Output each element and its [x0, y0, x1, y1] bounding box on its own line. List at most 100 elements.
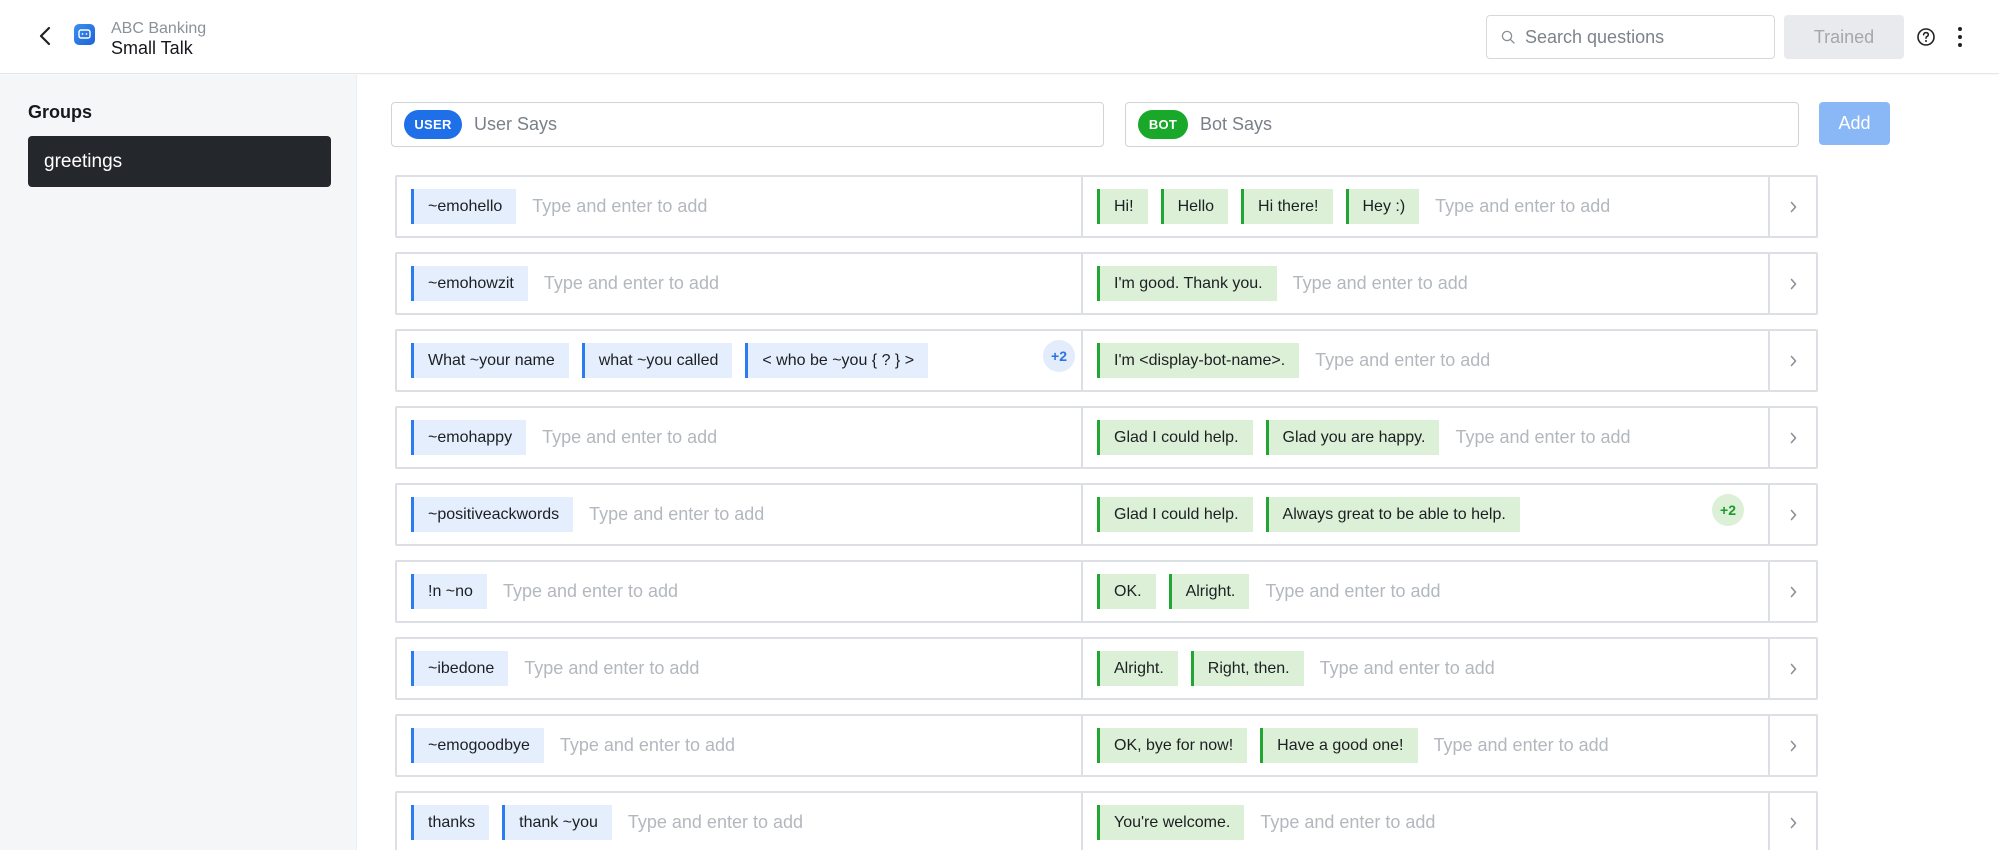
bot-says-composer: BOT	[1125, 102, 1799, 147]
add-bot-response-input[interactable]	[1260, 812, 1461, 833]
add-bot-response-input[interactable]	[1265, 581, 1466, 602]
chevron-right-icon	[1790, 586, 1796, 597]
user-phrase-chip[interactable]: ~emohello	[411, 189, 517, 224]
bot-response-chip[interactable]: OK.	[1097, 574, 1156, 609]
qa-row: ~emohello Hi! Hello Hi there! Hey :)	[395, 175, 1818, 238]
user-phrases-cell: !n ~no	[397, 562, 1081, 621]
add-bot-response-input[interactable]	[1292, 273, 1493, 294]
user-phrase-chip[interactable]: what ~you called	[581, 343, 733, 378]
expand-row-button[interactable]	[1768, 485, 1816, 544]
add-user-phrase-input[interactable]	[532, 196, 733, 217]
expand-row-button[interactable]	[1768, 639, 1816, 698]
qa-row: What ~your name what ~you called < who be …	[395, 329, 1818, 392]
trained-button[interactable]: Trained	[1784, 15, 1904, 59]
bot-response-chip[interactable]: Glad I could help.	[1097, 497, 1253, 532]
help-icon[interactable]	[1916, 27, 1936, 47]
qa-row: ~emohappy Glad I could help. Glad you are …	[395, 406, 1818, 469]
add-bot-response-input[interactable]	[1433, 735, 1634, 756]
bot-says-input[interactable]	[1200, 114, 1798, 135]
groups-heading: Groups	[28, 102, 93, 122]
add-user-phrase-input[interactable]	[502, 581, 703, 602]
bot-response-chip[interactable]: I'm <display-bot-name>.	[1097, 343, 1300, 378]
add-user-phrase-input[interactable]	[559, 735, 760, 756]
expand-row-button[interactable]	[1768, 716, 1816, 775]
bot-response-chip[interactable]: Hi!	[1097, 189, 1148, 224]
bot-responses-cell: I'm good. Thank you.	[1081, 254, 1770, 313]
add-user-phrase-input[interactable]	[542, 427, 743, 448]
user-phrases-cell: ~positiveackwords	[397, 485, 1081, 544]
bot-responses-cell: Glad I could help. Always great to be abl…	[1081, 485, 1770, 544]
back-button[interactable]	[34, 24, 56, 48]
add-user-phrase-input[interactable]	[524, 658, 725, 679]
expand-row-button[interactable]	[1768, 793, 1816, 850]
add-bot-response-input[interactable]	[1455, 427, 1656, 448]
user-phrase-chip[interactable]: ~ibedone	[411, 651, 509, 686]
bot-responses-cell: Alright. Right, then.	[1081, 639, 1770, 698]
top-bar: ABC Banking Small Talk Trained	[0, 0, 1999, 74]
user-phrase-chip[interactable]: thank ~you	[502, 805, 612, 840]
bot-response-chip[interactable]: Glad I could help.	[1097, 420, 1253, 455]
user-phrase-chip[interactable]: ~emogoodbye	[411, 728, 544, 763]
add-bot-response-input[interactable]	[1435, 196, 1636, 217]
user-says-input[interactable]	[474, 114, 1103, 135]
expand-row-button[interactable]	[1768, 254, 1816, 313]
bot-response-chip[interactable]: Hello	[1160, 189, 1229, 224]
user-says-composer: USER	[391, 102, 1104, 147]
bot-response-chip[interactable]: I'm good. Thank you.	[1097, 266, 1277, 301]
add-button[interactable]: Add	[1819, 102, 1890, 145]
page-title: Small Talk	[111, 38, 193, 58]
user-phrase-chip[interactable]: < who be ~you { ? } >	[745, 343, 929, 378]
qa-row: ~ibedone Alright. Right, then.	[395, 637, 1818, 700]
qa-row: !n ~no OK. Alright.	[395, 560, 1818, 623]
user-phrases-cell: ~emohappy	[397, 408, 1081, 467]
user-phrase-chip[interactable]: ~emohowzit	[411, 266, 528, 301]
workspace-name: ABC Banking	[111, 20, 207, 37]
bot-response-chip[interactable]: Alright.	[1097, 651, 1178, 686]
chevron-right-icon	[1790, 663, 1796, 674]
expand-row-button[interactable]	[1768, 408, 1816, 467]
chevron-right-icon	[1790, 740, 1796, 751]
more-bot-responses-badge[interactable]: +2	[1712, 494, 1744, 526]
bot-response-chip[interactable]: You're welcome.	[1097, 805, 1245, 840]
add-user-phrase-input[interactable]	[627, 812, 828, 833]
chevron-right-icon	[1790, 432, 1796, 443]
bot-responses-cell: Glad I could help. Glad you are happy.	[1081, 408, 1770, 467]
bot-response-chip[interactable]: Have a good one!	[1260, 728, 1418, 763]
qa-row: ~positiveackwords Glad I could help. Alway…	[395, 483, 1818, 546]
chevron-right-icon	[1790, 201, 1796, 212]
search-box	[1486, 15, 1775, 59]
bot-response-chip[interactable]: Hey :)	[1345, 189, 1420, 224]
qa-row: ~emogoodbye OK, bye for now! Have a good o…	[395, 714, 1818, 777]
user-phrases-cell: thanks thank ~you	[397, 793, 1081, 850]
chevron-left-icon	[39, 26, 51, 46]
add-bot-response-input[interactable]	[1315, 350, 1516, 371]
add-user-phrase-input[interactable]	[543, 273, 744, 294]
bot-response-chip[interactable]: OK, bye for now!	[1097, 728, 1248, 763]
user-badge: USER	[404, 110, 462, 139]
expand-row-button[interactable]	[1768, 177, 1816, 236]
search-input[interactable]	[1525, 26, 1755, 48]
bot-response-chip[interactable]: Hi there!	[1241, 189, 1333, 224]
more-user-phrases-badge[interactable]: +2	[1043, 340, 1075, 372]
bot-response-chip[interactable]: Right, then.	[1190, 651, 1304, 686]
user-phrase-chip[interactable]: What ~your name	[411, 343, 569, 378]
group-item-greetings[interactable]: greetings	[28, 136, 331, 187]
chevron-right-icon	[1790, 278, 1796, 289]
more-options-icon[interactable]	[1950, 25, 1970, 49]
add-user-phrase-input[interactable]	[589, 504, 790, 525]
user-phrases-cell: ~ibedone	[397, 639, 1081, 698]
user-phrase-chip[interactable]: ~emohappy	[411, 420, 527, 455]
expand-row-button[interactable]	[1768, 331, 1816, 390]
bot-response-chip[interactable]: Alright.	[1168, 574, 1250, 609]
user-phrases-cell: ~emohello	[397, 177, 1081, 236]
expand-row-button[interactable]	[1768, 562, 1816, 621]
user-phrase-chip[interactable]: ~positiveackwords	[411, 497, 574, 532]
chevron-right-icon	[1790, 355, 1796, 366]
user-phrase-chip[interactable]: !n ~no	[411, 574, 487, 609]
add-bot-response-input[interactable]	[1319, 658, 1520, 679]
bot-response-chip[interactable]: Glad you are happy.	[1265, 420, 1440, 455]
user-phrase-chip[interactable]: thanks	[411, 805, 490, 840]
user-phrases-cell: What ~your name what ~you called < who be …	[397, 331, 1081, 390]
user-phrases-cell: ~emohowzit	[397, 254, 1081, 313]
bot-response-chip[interactable]: Always great to be able to help.	[1265, 497, 1520, 532]
